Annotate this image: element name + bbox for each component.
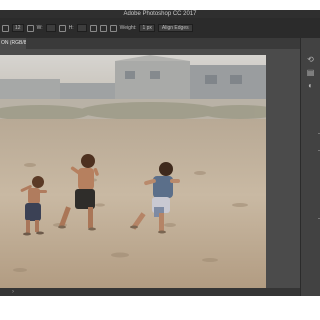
photoshop-window: Adobe Photoshop CC 2017 12 W: H: Weight:… bbox=[0, 10, 320, 296]
history-icon[interactable]: ⟲ bbox=[306, 55, 315, 64]
align-edges-checkbox[interactable]: Align Edges bbox=[157, 24, 193, 32]
status-menu-arrow-icon[interactable]: › bbox=[12, 288, 14, 296]
link-icon[interactable] bbox=[58, 24, 66, 32]
weight-field[interactable]: 1 px bbox=[139, 24, 155, 32]
adjustments-icon[interactable]: ◐ bbox=[306, 81, 315, 90]
document-tab[interactable]: ON (RGB/8*) bbox=[0, 38, 26, 49]
canvas-workspace[interactable]: › bbox=[0, 49, 300, 296]
right-panel-dock: ⟲ ▤ ◐ bbox=[300, 38, 320, 296]
path-operations-icon[interactable] bbox=[26, 24, 34, 32]
tool-size-dropdown[interactable]: 12 bbox=[12, 24, 24, 32]
weight-label: Weight: bbox=[119, 25, 137, 31]
beach-photo bbox=[0, 55, 266, 288]
document-tab-row: ON (RGB/8*) bbox=[0, 38, 320, 49]
options-bar: 12 W: H: Weight: 1 px Align Edges bbox=[0, 18, 320, 38]
window-title: Adobe Photoshop CC 2017 bbox=[0, 10, 320, 18]
gear-icon[interactable] bbox=[109, 24, 117, 32]
height-label: H: bbox=[68, 25, 74, 31]
path-alignment-icon[interactable] bbox=[89, 24, 97, 32]
width-label: W: bbox=[36, 25, 43, 31]
path-arrangement-icon[interactable] bbox=[99, 24, 107, 32]
layers-icon[interactable]: ▤ bbox=[306, 68, 315, 77]
document-canvas[interactable] bbox=[0, 55, 266, 288]
tool-preset-icon[interactable] bbox=[2, 24, 9, 32]
height-field[interactable] bbox=[76, 24, 87, 32]
status-bar: › bbox=[0, 288, 300, 296]
width-field[interactable] bbox=[45, 24, 56, 32]
